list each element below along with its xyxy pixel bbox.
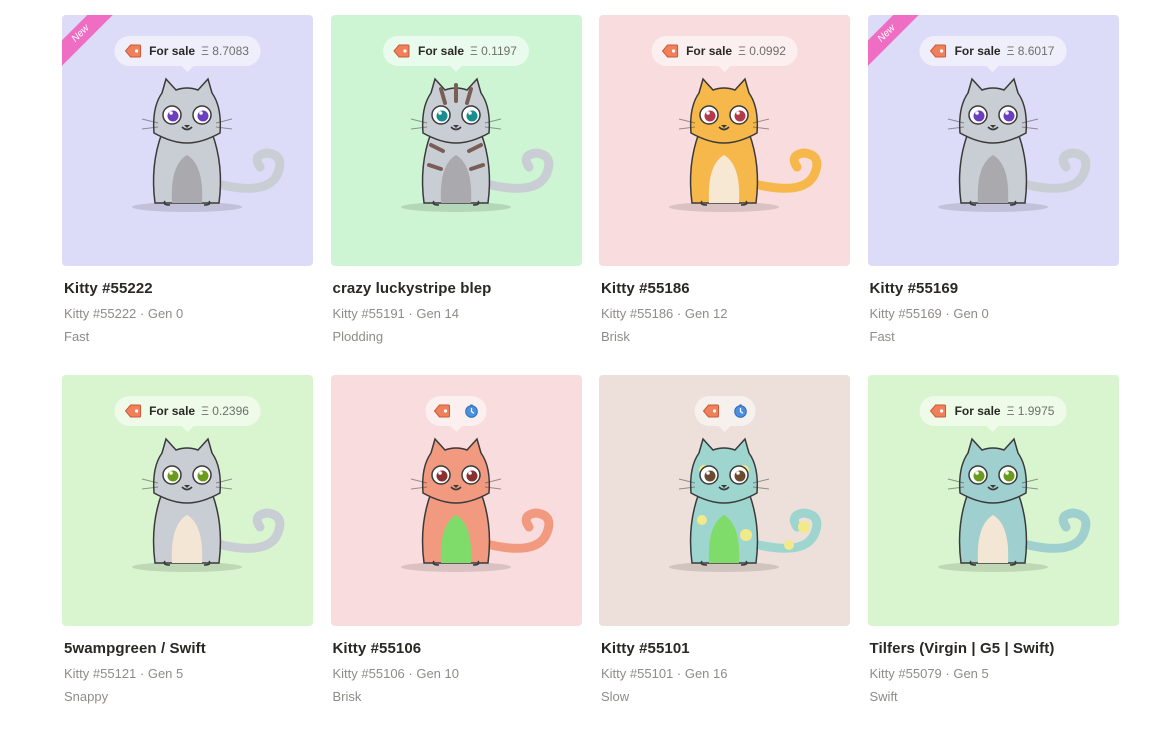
kitty-id-generation: Kitty #55121 · Gen 5 (64, 666, 184, 681)
kitty-tile[interactable]: For sale Ξ 0.2396 (62, 375, 313, 626)
kitty-tile[interactable]: For sale Ξ 0.1197 (330, 15, 582, 266)
kitty-id-generation: Kitty #55079 · Gen 5 (869, 666, 989, 681)
kitty-tile[interactable] (330, 375, 582, 626)
kitty-name[interactable]: Tilfers (Virgin | G5 | Swift) (870, 640, 1119, 657)
kitty-illustration (400, 437, 553, 572)
kitty-tile[interactable] (599, 375, 850, 626)
kitty-illustration (132, 437, 285, 572)
kitty-tile[interactable]: New For sale Ξ 8.7083 (62, 15, 313, 266)
kitty-cooldown-speed: Fast (64, 329, 90, 344)
kitty-card[interactable]: For sale Ξ 0.0992 Kitty #55186 Kitty #55… (599, 15, 850, 375)
kitty-card[interactable]: New For sale Ξ 8.6017 Kitty #55169 Kitty… (867, 15, 1119, 375)
kitty-illustration (132, 77, 285, 212)
kitty-card[interactable]: Kitty #55101 Kitty #55101 · Gen 16 Slow (599, 375, 850, 735)
kitty-name[interactable]: Kitty #55222 (64, 280, 313, 297)
kitty-card[interactable]: For sale Ξ 0.1197 crazy luckystripe blep… (330, 15, 582, 375)
kitty-name[interactable]: crazy luckystripe blep (333, 280, 582, 297)
kitty-tile[interactable]: For sale Ξ 0.0992 (599, 15, 850, 266)
kitty-name[interactable]: 5wampgreen / Swift (64, 640, 313, 657)
kitty-id-generation: Kitty #55222 · Gen 0 (64, 306, 184, 321)
kitty-illustration (937, 77, 1090, 212)
kitty-id-generation: Kitty #55191 · Gen 14 (332, 306, 459, 321)
kitty-illustration (669, 437, 822, 572)
kitty-cooldown-speed: Swift (869, 689, 898, 704)
kitty-card[interactable]: For sale Ξ 0.2396 5wampgreen / Swift Kit… (62, 375, 313, 735)
kitty-name[interactable]: Kitty #55169 (870, 280, 1119, 297)
kitty-illustration (400, 77, 553, 212)
kitty-name[interactable]: Kitty #55186 (601, 280, 850, 297)
kitty-grid: New For sale Ξ 8.7083 Kitty #55222 Kitty… (62, 15, 1119, 735)
kitty-tile[interactable]: New For sale Ξ 8.6017 (867, 15, 1119, 266)
kitty-id-generation: Kitty #55186 · Gen 12 (601, 306, 728, 321)
kitty-cooldown-speed: Slow (601, 689, 630, 704)
kitty-cooldown-speed: Brisk (601, 329, 630, 344)
kitty-cooldown-speed: Plodding (332, 329, 384, 344)
kitty-card[interactable]: For sale Ξ 1.9975 Tilfers (Virgin | G5 |… (867, 375, 1119, 735)
kitty-id-generation: Kitty #55106 · Gen 10 (332, 666, 459, 681)
kitty-name[interactable]: Kitty #55101 (601, 640, 850, 657)
kitty-cooldown-speed: Fast (869, 329, 895, 344)
kitty-illustration (669, 77, 822, 212)
kitty-cooldown-speed: Brisk (332, 689, 362, 704)
kitty-cooldown-speed: Snappy (64, 689, 109, 704)
kitty-card[interactable]: New For sale Ξ 8.7083 Kitty #55222 Kitty… (62, 15, 313, 375)
kitty-name[interactable]: Kitty #55106 (333, 640, 582, 657)
kitty-tile[interactable]: For sale Ξ 1.9975 (867, 375, 1119, 626)
kitty-id-generation: Kitty #55169 · Gen 0 (869, 306, 989, 321)
kitty-id-generation: Kitty #55101 · Gen 16 (601, 666, 728, 681)
kitty-card[interactable]: Kitty #55106 Kitty #55106 · Gen 10 Brisk (330, 375, 582, 735)
kitty-illustration (937, 437, 1090, 572)
